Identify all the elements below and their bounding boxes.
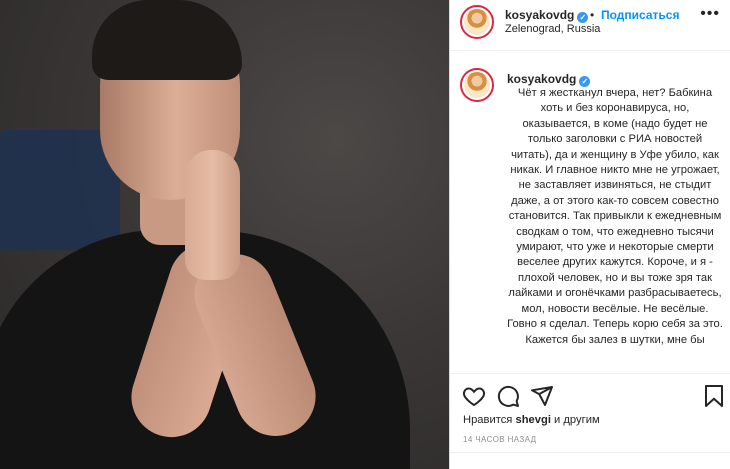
bookmark-icon[interactable] <box>702 384 726 408</box>
bottom-divider <box>450 452 730 453</box>
post-timestamp[interactable]: 14 ЧАСОВ НАЗАД <box>463 435 536 444</box>
likes-others-link[interactable]: и другим <box>554 414 600 426</box>
header-avatar[interactable] <box>460 5 494 39</box>
caption-area: kosyakovdg ✓ Чёт я жестканул вчера, нет? … <box>450 60 730 373</box>
verified-badge-icon: ✓ <box>577 12 589 23</box>
likes-user-link[interactable]: shevgi <box>515 414 550 426</box>
caption-text: Чёт я жестканул вчера, нет? Бабкина хоть… <box>507 87 723 346</box>
photo-person-hands <box>185 150 240 280</box>
follow-button[interactable]: Подписаться <box>601 8 679 22</box>
header-username[interactable]: kosyakovdg ✓ <box>505 8 589 23</box>
caption-avatar[interactable] <box>460 68 494 102</box>
post-header: kosyakovdg ✓ • Подписаться Zelenograd, Ru… <box>450 0 730 51</box>
likes-prefix: Нравится <box>463 414 513 426</box>
photo-person-hair <box>92 0 242 80</box>
post-location[interactable]: Zelenograd, Russia <box>505 23 600 35</box>
heart-icon[interactable] <box>462 384 486 408</box>
more-horizontal-icon[interactable]: ••• <box>700 5 720 23</box>
post-photo[interactable] <box>0 0 449 469</box>
post-actions <box>450 378 730 414</box>
likes-line: Нравится shevgi и другим <box>463 414 600 426</box>
send-icon[interactable] <box>530 384 554 408</box>
actions-divider <box>450 373 730 374</box>
caption-username[interactable]: kosyakovdg ✓ <box>507 72 591 87</box>
comment-icon[interactable] <box>496 384 520 408</box>
header-dot-separator: • <box>590 8 595 22</box>
